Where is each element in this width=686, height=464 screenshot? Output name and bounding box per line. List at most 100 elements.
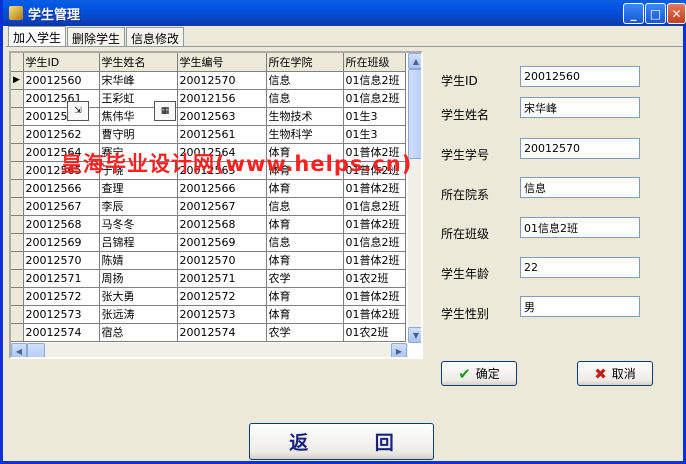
- row-indicator[interactable]: [11, 197, 24, 216]
- cell-student-id[interactable]: 20012569: [23, 233, 100, 252]
- cancel-button[interactable]: ✖ 取消: [577, 361, 653, 386]
- tab-add-student[interactable]: 加入学生: [8, 26, 67, 47]
- row-indicator[interactable]: [11, 233, 24, 252]
- confirm-button[interactable]: ✔ 确定: [441, 361, 517, 386]
- cell-student-name[interactable]: 李辰: [99, 197, 178, 216]
- cell-student-id[interactable]: 20012570: [23, 251, 100, 270]
- cell-student-name[interactable]: 陈婧: [99, 251, 178, 270]
- cell-class[interactable]: 01普体2班: [343, 251, 406, 270]
- row-indicator[interactable]: [11, 269, 24, 288]
- column-header-class[interactable]: 所在班级: [343, 53, 406, 72]
- cell-class[interactable]: 01普体2班: [343, 179, 406, 198]
- table-row[interactable]: 20012566 查理 20012566 体育 01普体2班: [11, 179, 406, 198]
- cell-student-id[interactable]: 20012573: [23, 305, 100, 324]
- cell-student-name[interactable]: 宋华峰: [99, 71, 178, 90]
- cell-class[interactable]: 01生3: [343, 107, 406, 126]
- column-header-student-name[interactable]: 学生姓名: [99, 53, 178, 72]
- cell-student-number[interactable]: 20012569: [177, 233, 267, 252]
- grid-vertical-scrollbar[interactable]: ▲ ▼: [408, 53, 421, 343]
- cell-college[interactable]: 体育: [266, 215, 344, 234]
- cell-student-id[interactable]: 20012567: [23, 197, 100, 216]
- close-button[interactable]: ✕: [667, 3, 686, 24]
- grid-horizontal-scrollbar[interactable]: ◀ ▶: [11, 343, 408, 357]
- age-input[interactable]: [520, 257, 640, 278]
- cell-student-number[interactable]: 20012573: [177, 305, 267, 324]
- cell-student-id[interactable]: 20012571: [23, 269, 100, 288]
- table-row[interactable]: ▶ 20012560 宋华峰 20012570 信息 01信息2班: [11, 71, 406, 90]
- vertical-scroll-thumb[interactable]: [408, 69, 421, 159]
- table-row[interactable]: 20012573 张远涛 20012573 体育 01普体2班: [11, 305, 406, 324]
- cell-college[interactable]: 信息: [266, 89, 344, 108]
- column-header-student-id[interactable]: 学生ID: [23, 53, 100, 72]
- cell-student-name[interactable]: 张远涛: [99, 305, 178, 324]
- cell-class[interactable]: 01生3: [343, 125, 406, 144]
- cell-college[interactable]: 信息: [266, 197, 344, 216]
- cell-student-name[interactable]: 宿总: [99, 323, 178, 342]
- cell-student-number[interactable]: 20012572: [177, 287, 267, 306]
- cell-college[interactable]: 生物科学: [266, 125, 344, 144]
- cell-student-id[interactable]: 20012568: [23, 215, 100, 234]
- cell-student-number[interactable]: 20012574: [177, 323, 267, 342]
- cell-student-number[interactable]: 20012563: [177, 107, 267, 126]
- cell-college[interactable]: 体育: [266, 305, 344, 324]
- horizontal-scroll-thumb[interactable]: [27, 343, 45, 357]
- cell-student-name[interactable]: 曹守明: [99, 125, 178, 144]
- cell-student-id[interactable]: 20012572: [23, 287, 100, 306]
- gender-input[interactable]: [520, 296, 640, 317]
- cell-college[interactable]: 信息: [266, 71, 344, 90]
- row-indicator[interactable]: [11, 251, 24, 270]
- cell-class[interactable]: 01普体2班: [343, 287, 406, 306]
- cell-student-name[interactable]: 周扬: [99, 269, 178, 288]
- scroll-left-button[interactable]: ◀: [11, 343, 27, 357]
- student-id-input[interactable]: [520, 66, 640, 87]
- cell-student-name[interactable]: 张大勇: [99, 287, 178, 306]
- table-row[interactable]: 20012567 李辰 20012567 信息 01信息2班: [11, 197, 406, 216]
- cell-student-number[interactable]: 20012566: [177, 179, 267, 198]
- student-grid[interactable]: 学生ID 学生姓名 学生编号 所在学院 所在班级 ▶ 20012560 宋华峰 200…: [9, 51, 423, 359]
- cell-student-name[interactable]: 吕锦程: [99, 233, 178, 252]
- row-indicator[interactable]: [11, 107, 24, 126]
- column-header-college[interactable]: 所在学院: [266, 53, 344, 72]
- cell-student-number[interactable]: 20012568: [177, 215, 267, 234]
- table-row[interactable]: 20012570 陈婧 20012570 体育 01普体2班: [11, 251, 406, 270]
- cell-college[interactable]: 体育: [266, 179, 344, 198]
- table-row[interactable]: 20012571 周扬 20012571 农学 01农2班: [11, 269, 406, 288]
- minimize-button[interactable]: _: [623, 3, 644, 24]
- cell-college[interactable]: 体育: [266, 251, 344, 270]
- row-indicator[interactable]: [11, 125, 24, 144]
- cell-college[interactable]: 农学: [266, 323, 344, 342]
- cell-class[interactable]: 01普体2班: [343, 305, 406, 324]
- cell-student-number[interactable]: 20012567: [177, 197, 267, 216]
- cell-college[interactable]: 生物技术: [266, 107, 344, 126]
- cell-class[interactable]: 01农2班: [343, 269, 406, 288]
- maximize-button[interactable]: □: [645, 3, 666, 24]
- cell-student-name[interactable]: 查理: [99, 179, 178, 198]
- cell-class[interactable]: 01信息2班: [343, 89, 406, 108]
- class-input[interactable]: [520, 217, 640, 238]
- cell-student-number[interactable]: 20012156: [177, 89, 267, 108]
- table-row[interactable]: 20012562 曹守明 20012561 生物科学 01生3: [11, 125, 406, 144]
- cell-class[interactable]: 01信息2班: [343, 197, 406, 216]
- row-indicator[interactable]: [11, 305, 24, 324]
- scroll-right-button[interactable]: ▶: [391, 343, 407, 357]
- row-indicator[interactable]: [11, 89, 24, 108]
- row-indicator[interactable]: [11, 215, 24, 234]
- table-row[interactable]: 20012569 吕锦程 20012569 信息 01信息2班: [11, 233, 406, 252]
- tab-delete-student[interactable]: 删除学生: [67, 27, 126, 46]
- table-row[interactable]: 20012568 马冬冬 20012568 体育 01普体2班: [11, 215, 406, 234]
- row-indicator[interactable]: [11, 143, 24, 162]
- cell-student-id[interactable]: 20012566: [23, 179, 100, 198]
- cell-student-id[interactable]: 20012560: [23, 71, 100, 90]
- row-indicator[interactable]: [11, 323, 24, 342]
- scroll-up-button[interactable]: ▲: [408, 53, 421, 69]
- student-number-input[interactable]: [520, 138, 640, 159]
- cell-class[interactable]: 01农2班: [343, 323, 406, 342]
- tab-edit-info[interactable]: 信息修改: [126, 27, 185, 46]
- table-row[interactable]: 20012574 宿总 20012574 农学 01农2班: [11, 323, 406, 342]
- cell-class[interactable]: 01普体2班: [343, 215, 406, 234]
- cell-college[interactable]: 信息: [266, 233, 344, 252]
- cell-college[interactable]: 农学: [266, 269, 344, 288]
- cell-student-id[interactable]: 20012574: [23, 323, 100, 342]
- cell-student-name[interactable]: 马冬冬: [99, 215, 178, 234]
- row-indicator[interactable]: [11, 161, 24, 180]
